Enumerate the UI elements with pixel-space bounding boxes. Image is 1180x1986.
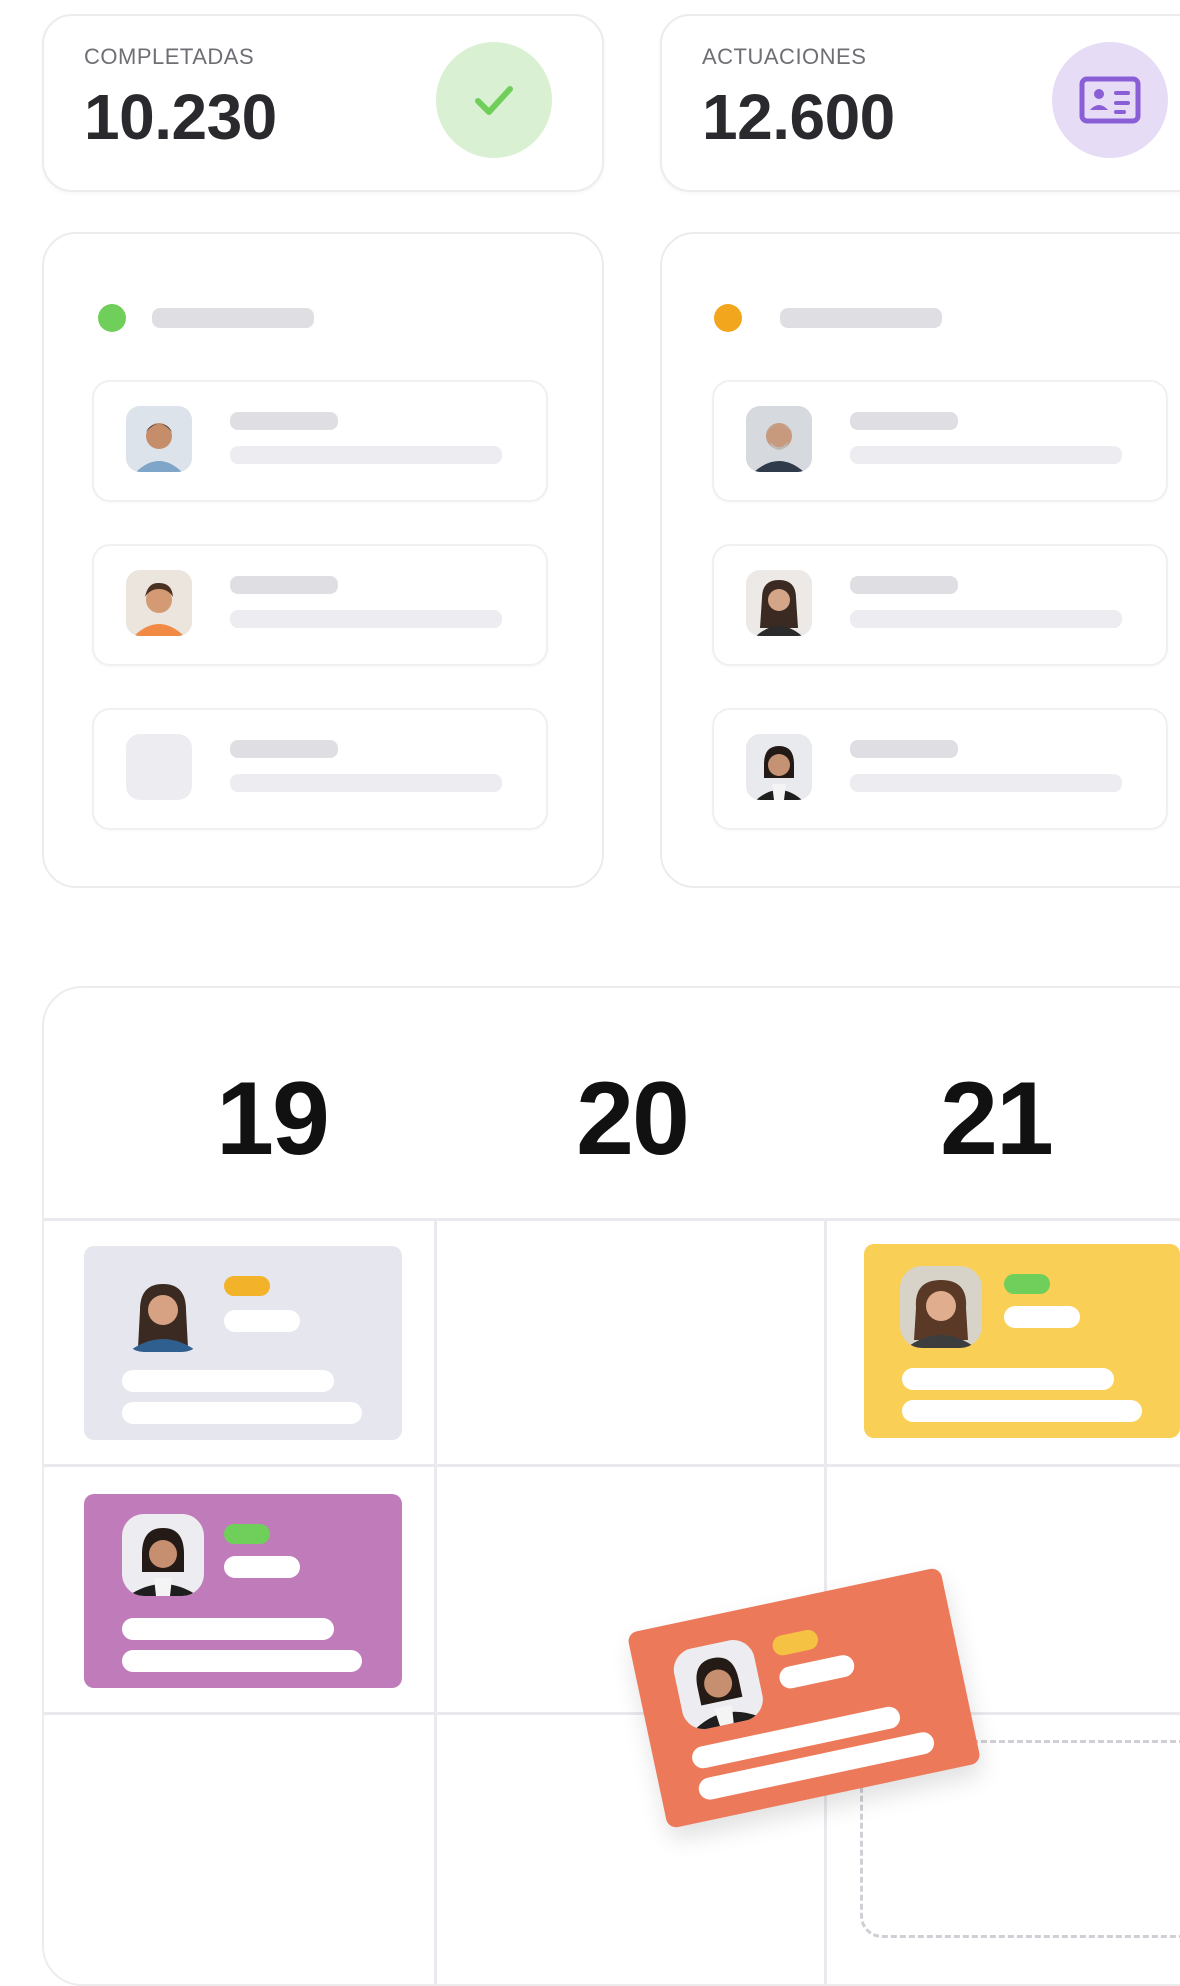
event-detail-placeholder — [902, 1400, 1142, 1422]
list-item[interactable] — [712, 708, 1168, 830]
avatar — [746, 734, 812, 800]
panel-title-placeholder — [152, 308, 314, 328]
avatar — [122, 1270, 204, 1352]
event-title-placeholder — [777, 1653, 857, 1691]
event-detail-placeholder — [122, 1650, 362, 1672]
checkmark-icon — [436, 42, 552, 158]
status-panel-in-progress — [660, 232, 1180, 888]
avatar — [900, 1266, 982, 1348]
event-title-placeholder — [1004, 1306, 1080, 1328]
list-item[interactable] — [92, 544, 548, 666]
day-number: 20 — [576, 1061, 690, 1177]
name-placeholder — [230, 740, 338, 758]
stat-card-completadas: COMPLETADAS 10.230 — [42, 14, 604, 192]
avatar-placeholder — [126, 734, 192, 800]
panel-title-placeholder — [780, 308, 942, 328]
detail-placeholder — [850, 610, 1122, 628]
list-item[interactable] — [92, 380, 548, 502]
list-item[interactable] — [92, 708, 548, 830]
day-number: 21 — [940, 1061, 1054, 1177]
detail-placeholder — [230, 446, 502, 464]
calendar-event-card[interactable] — [84, 1494, 402, 1688]
event-detail-placeholder — [122, 1402, 362, 1424]
detail-placeholder — [230, 610, 502, 628]
detail-placeholder — [230, 774, 502, 792]
list-item[interactable] — [712, 544, 1168, 666]
stat-card-actuaciones: ACTUACIONES 12.600 — [660, 14, 1180, 192]
name-placeholder — [230, 576, 338, 594]
detail-placeholder — [850, 446, 1122, 464]
avatar — [746, 406, 812, 472]
name-placeholder — [850, 576, 958, 594]
calendar-board: 19 20 21 — [42, 986, 1180, 1986]
day-number: 19 — [216, 1061, 330, 1177]
stat-label: COMPLETADAS — [84, 44, 255, 69]
event-detail-placeholder — [122, 1370, 334, 1392]
id-card-icon — [1052, 42, 1168, 158]
event-title-placeholder — [224, 1310, 300, 1332]
status-panel-completed — [42, 232, 604, 888]
avatar — [122, 1514, 204, 1596]
event-detail-placeholder — [902, 1368, 1114, 1390]
status-dot-green — [98, 304, 126, 332]
status-tag — [224, 1524, 270, 1544]
status-tag — [224, 1276, 270, 1296]
name-placeholder — [230, 412, 338, 430]
detail-placeholder — [850, 774, 1122, 792]
status-dot-orange — [714, 304, 742, 332]
stat-value: 10.230 — [84, 81, 277, 153]
stat-label: ACTUACIONES — [702, 44, 867, 69]
list-item[interactable] — [712, 380, 1168, 502]
name-placeholder — [850, 740, 958, 758]
avatar — [746, 570, 812, 636]
avatar — [669, 1635, 767, 1734]
calendar-event-card[interactable] — [864, 1244, 1180, 1438]
status-tag — [770, 1628, 820, 1658]
calendar-event-card[interactable] — [84, 1246, 402, 1440]
grid-line — [44, 1464, 1180, 1467]
grid-line — [434, 1218, 437, 1984]
avatar — [126, 570, 192, 636]
avatar — [126, 406, 192, 472]
event-detail-placeholder — [122, 1618, 334, 1640]
grid-line — [44, 1712, 1180, 1715]
stat-value: 12.600 — [702, 81, 895, 153]
status-tag — [1004, 1274, 1050, 1294]
grid-line — [44, 1218, 1180, 1221]
event-title-placeholder — [224, 1556, 300, 1578]
name-placeholder — [850, 412, 958, 430]
